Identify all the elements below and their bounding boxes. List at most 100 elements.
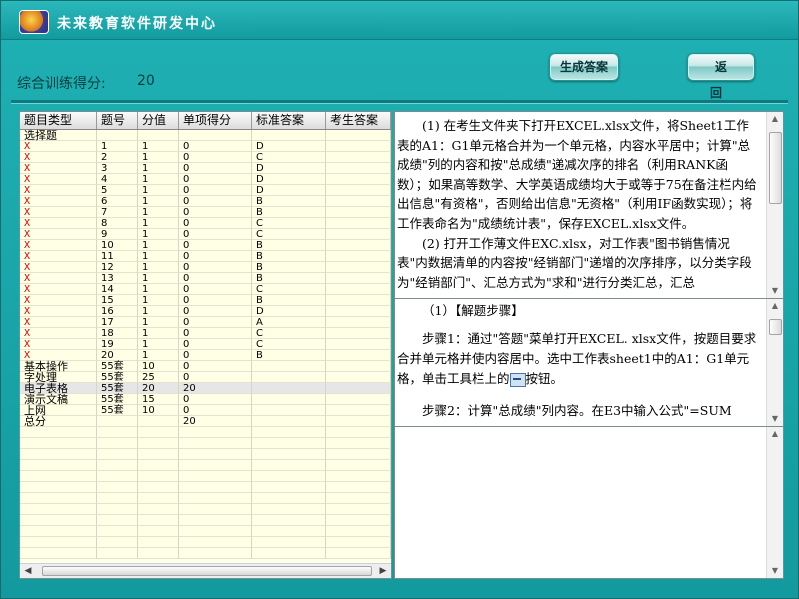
empty-cell [179,537,252,548]
empty-cell [179,471,252,482]
table-row[interactable]: 选择题 [20,130,391,141]
empty-cell [138,548,179,559]
table-row-empty [20,482,391,493]
column-header-item-score[interactable]: 单项得分 [179,112,252,129]
scroll-up-icon[interactable]: ▲ [767,112,783,126]
column-header-points[interactable]: 分值 [138,112,179,129]
cell-standard-answer: B [252,196,326,207]
table-row[interactable]: 总分 20 [20,416,391,427]
scroll-right-icon[interactable]: ▶ [377,565,389,577]
empty-cell [138,471,179,482]
table-row[interactable]: X610B [20,196,391,207]
table-row[interactable]: X510D [20,185,391,196]
table-row[interactable]: 上网 55套 10 0 [20,405,391,416]
table-row[interactable]: X 12 1 0 B [20,262,391,273]
cell-student-answer [326,152,391,163]
main-window: 未来教育软件研发中心 综合训练得分: 20 生成答案 返 回 题目类型 题号 分… [0,0,799,599]
question-scroll-thumb[interactable] [769,132,782,204]
cell-number: 8 [97,218,138,229]
cell-type: X [20,218,97,229]
answer-pane[interactable]: （1）【解题步骤】 步骤1：通过"答题"菜单打开EXCEL. xlsx文件，按题… [394,298,784,427]
scroll-down-icon[interactable]: ▼ [767,412,783,426]
cell-type: X [20,306,97,317]
empty-cell [20,460,97,471]
table-row[interactable]: X810C [20,218,391,229]
table-row[interactable]: X 13 1 0 B [20,273,391,284]
cell-points: 10 [138,361,179,372]
table-row[interactable]: 字处理 55套 25 0 [20,372,391,383]
scroll-down-icon[interactable]: ▼ [767,284,783,298]
answer-text: （1）【解题步骤】 步骤1：通过"答题"菜单打开EXCEL. xlsx文件，按题… [397,301,759,421]
table-row[interactable]: X 16 1 0 D [20,306,391,317]
table-row[interactable]: X910C [20,229,391,240]
scroll-left-icon[interactable]: ◀ [22,565,34,577]
empty-cell [179,460,252,471]
scroll-down-icon[interactable]: ▼ [767,564,783,578]
empty-cell [252,548,326,559]
table-row[interactable]: X 10 1 0 B [20,240,391,251]
cell-student-answer [326,339,391,350]
question-scrollbar[interactable]: ▲ ▼ [766,112,783,298]
empty-cell [179,482,252,493]
cell-standard-answer [252,372,326,383]
table-row[interactable]: X410D [20,174,391,185]
cell-item-score: 0 [179,196,252,207]
cell-number: 11 [97,251,138,262]
cell-item-score: 0 [179,284,252,295]
answer-scrollbar[interactable]: ▲ ▼ [766,299,783,426]
cell-standard-answer: C [252,328,326,339]
horizontal-scroll-thumb[interactable] [42,566,372,576]
empty-cell [179,449,252,460]
answer-scroll-thumb[interactable] [769,319,782,335]
table-row[interactable]: X310D [20,163,391,174]
cell-number: 7 [97,207,138,218]
table-row[interactable]: X 20 1 0 B [20,350,391,361]
cell-standard-answer: B [252,273,326,284]
scroll-up-icon[interactable]: ▲ [767,427,783,441]
question-pane[interactable]: (1) 在考生文件夹下打开EXCEL.xlsx文件，将Sheet1工作表的A1：… [394,111,784,299]
back-button[interactable]: 返 回 [687,53,755,100]
empty-cell [326,515,391,526]
empty-cell [326,471,391,482]
cell-standard-answer: D [252,163,326,174]
column-header-type[interactable]: 题目类型 [20,112,97,129]
table-row[interactable]: X 18 1 0 C [20,328,391,339]
answer-step-1-tail: 按钮。 [525,371,564,386]
cell-points: 1 [138,240,179,251]
empty-cell [138,460,179,471]
table-row[interactable]: 演示文稿 55套 15 0 [20,394,391,405]
question-paragraph-2: (2) 打开工作薄文件EXC.xlsx，对工作表"图书销售情况表"内数据清单的内… [397,235,752,290]
table-row[interactable]: X 19 1 0 C [20,339,391,350]
column-header-standard-answer[interactable]: 标准答案 [252,112,326,129]
table-row[interactable]: X 11 1 0 B [20,251,391,262]
cell-number: 55套 [97,394,138,405]
table-row[interactable]: X 15 1 0 B [20,295,391,306]
horizontal-scrollbar[interactable]: ◀ ▶ [20,563,391,578]
score-table[interactable]: 题目类型 题号 分值 单项得分 标准答案 考生答案 选择题 X 1 1 0 D X 2 1 0 C X… [19,111,392,579]
table-row[interactable]: X 14 1 0 C [20,284,391,295]
column-header-student-answer[interactable]: 考生答案 [326,112,391,129]
empty-pane[interactable]: ▲ ▼ [394,426,784,579]
cell-type: X [20,240,97,251]
cell-item-score: 0 [179,317,252,328]
table-row[interactable]: X710B [20,207,391,218]
scroll-up-icon[interactable]: ▲ [767,299,783,313]
cell-standard-answer [252,383,326,394]
table-row-empty [20,504,391,515]
table-row[interactable]: X110D [20,141,391,152]
column-header-number[interactable]: 题号 [97,112,138,129]
table-row[interactable]: X 17 1 0 A [20,317,391,328]
empty-cell [97,526,138,537]
generate-answer-button[interactable]: 生成答案 [549,53,619,81]
cell-student-answer [326,306,391,317]
cell-item-score: 0 [179,405,252,416]
table-row[interactable]: 电子表格 55套 20 20 [20,383,391,394]
cell-standard-answer [252,394,326,405]
table-row[interactable]: X210C [20,152,391,163]
cell-points: 1 [138,152,179,163]
empty-pane-scrollbar[interactable]: ▲ ▼ [766,427,783,578]
table-row[interactable]: 基本操作 55套 10 0 [20,361,391,372]
empty-cell [179,493,252,504]
empty-cell [138,537,179,548]
cell-number: 19 [97,339,138,350]
